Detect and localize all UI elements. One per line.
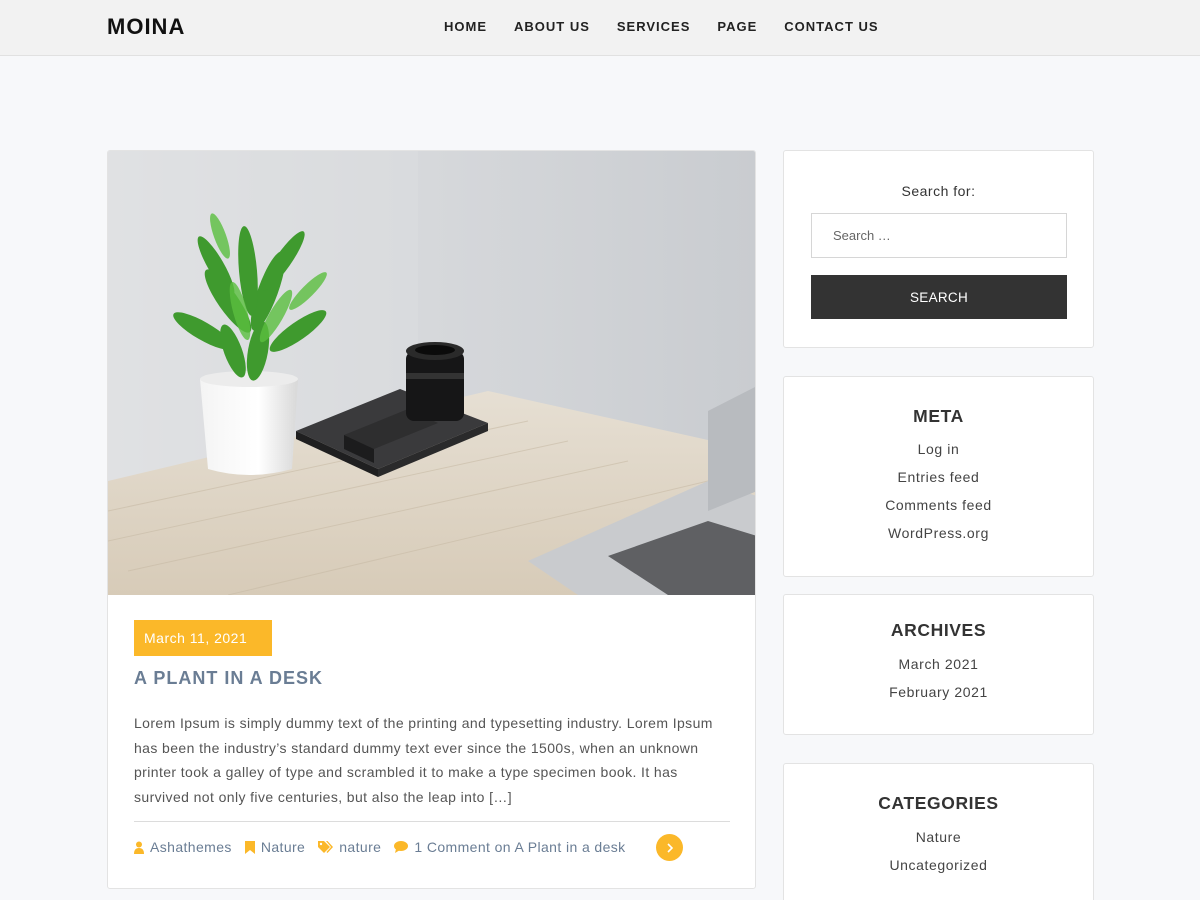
search-label: Search for: [901, 183, 976, 199]
category-link-uncategorized[interactable]: Uncategorized [784, 857, 1093, 885]
nav-item-about-us[interactable]: ABOUT US [514, 19, 590, 34]
categories-widget: CATEGORIES Nature Uncategorized [783, 763, 1094, 900]
archives-list: March 2021 February 2021 [784, 656, 1093, 712]
meta-link-wordpress[interactable]: WordPress.org [784, 525, 1093, 553]
read-more-button[interactable] [656, 834, 683, 861]
post-author-label: Ashathemes [150, 839, 232, 855]
tags-icon [318, 840, 334, 853]
user-icon [134, 841, 144, 854]
nav-item-contact-us[interactable]: CONTACT US [784, 19, 878, 34]
chevron-right-icon [666, 842, 673, 853]
nav-item-page[interactable]: PAGE [717, 19, 757, 34]
search-button[interactable]: SEARCH [811, 275, 1067, 319]
site-header: MOINA HOME ABOUT US SERVICES PAGE CONTAC… [0, 0, 1200, 56]
post-title[interactable]: A PLANT IN A DESK [134, 668, 323, 689]
meta-widget: META Log in Entries feed Comments feed W… [783, 376, 1094, 577]
nav-item-home[interactable]: HOME [444, 19, 487, 34]
archive-link-february-2021[interactable]: February 2021 [784, 684, 1093, 712]
post-category[interactable]: Nature [244, 839, 306, 855]
nav-item-services[interactable]: SERVICES [617, 19, 691, 34]
meta-link-comments-feed[interactable]: Comments feed [784, 497, 1093, 525]
post-comments-label: 1 Comment on A Plant in a desk [414, 839, 626, 855]
categories-list: Nature Uncategorized [784, 829, 1093, 885]
comment-icon [394, 841, 409, 853]
archives-widget: ARCHIVES March 2021 February 2021 [783, 594, 1094, 735]
site-logo[interactable]: MOINA [107, 14, 185, 40]
meta-list: Log in Entries feed Comments feed WordPr… [784, 441, 1093, 553]
post-tag-label: nature [339, 839, 382, 855]
post-card: March 11, 2021 A PLANT IN A DESK Lorem I… [107, 150, 756, 889]
meta-widget-title: META [913, 406, 964, 426]
post-meta: Ashathemes Nature nature 1 Comment on A … [134, 839, 639, 855]
search-input[interactable] [811, 213, 1067, 258]
post-category-label: Nature [260, 839, 306, 855]
archive-link-march-2021[interactable]: March 2021 [784, 656, 1093, 684]
categories-widget-title: CATEGORIES [878, 793, 999, 813]
post-tag[interactable]: nature [318, 839, 381, 855]
meta-link-login[interactable]: Log in [784, 441, 1093, 469]
post-date-badge[interactable]: March 11, 2021 [134, 620, 272, 656]
post-divider [134, 821, 730, 822]
post-excerpt: Lorem Ipsum is simply dummy text of the … [134, 715, 713, 805]
search-widget: Search for: SEARCH [783, 150, 1094, 348]
category-link-nature[interactable]: Nature [784, 829, 1093, 857]
main-nav: HOME ABOUT US SERVICES PAGE CONTACT US [444, 19, 906, 34]
meta-link-entries-feed[interactable]: Entries feed [784, 469, 1093, 497]
post-featured-image[interactable] [108, 151, 756, 595]
archives-widget-title: ARCHIVES [890, 620, 987, 640]
bookmark-icon [244, 840, 255, 854]
post-author[interactable]: Ashathemes [134, 839, 232, 855]
post-comments[interactable]: 1 Comment on A Plant in a desk [394, 839, 625, 855]
